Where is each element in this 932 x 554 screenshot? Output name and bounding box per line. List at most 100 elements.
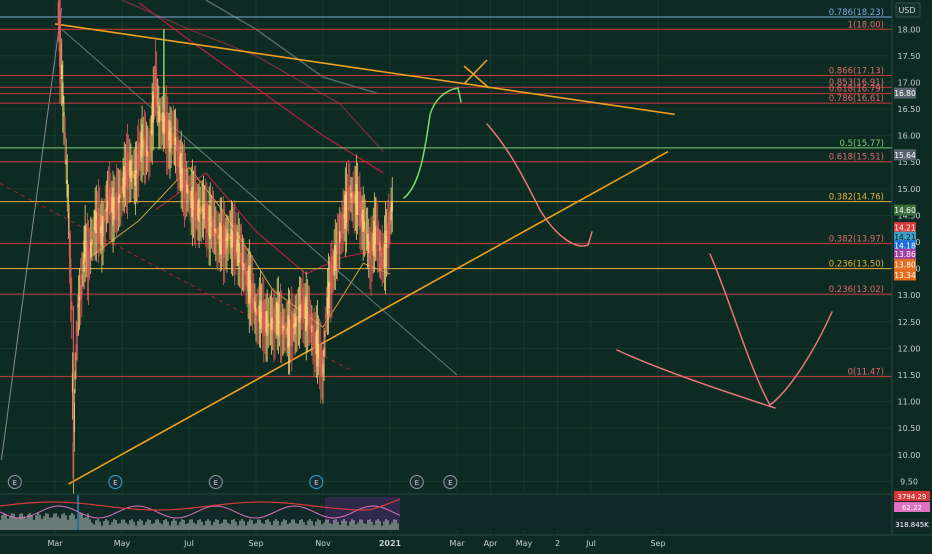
price-tag-label: 13.34: [894, 271, 916, 280]
candle-body: [69, 258, 72, 293]
price-tick-label: 17.00: [898, 78, 921, 87]
earnings-marker-label: E: [214, 479, 218, 487]
indicator-tag-label: 318.845K: [895, 521, 929, 529]
candle-body: [336, 242, 339, 253]
time-axis-background: [0, 535, 932, 550]
chart-window: 0.786(18.23) 1(18.00) 0.866(17.13) 0.853(16…: [0, 0, 932, 550]
candle-body: [71, 301, 73, 311]
price-tag-label: 13.86: [894, 250, 916, 259]
price-tick-label: 12.00: [898, 344, 921, 353]
candle-body: [152, 91, 154, 123]
time-tick-label: 2021: [379, 539, 402, 548]
candle-body: [64, 132, 66, 139]
price-tag-label: 14.60: [894, 206, 916, 215]
candle-body: [138, 143, 140, 177]
time-tick-label: Sep: [248, 539, 263, 548]
time-tick-label: Apr: [484, 539, 499, 548]
time-tick-label: 2: [555, 539, 560, 548]
candle-body: [325, 314, 328, 319]
indicator-tag-label: 3794.29: [898, 493, 927, 501]
price-tag-label: 16.80: [894, 89, 916, 98]
candle-body: [66, 180, 68, 198]
fib-label: 0.618(15.51): [829, 153, 884, 163]
earnings-marker-label: E: [415, 479, 419, 487]
candle-body: [391, 201, 393, 212]
candle-body: [74, 370, 76, 380]
fib-label: 0.382(14.76): [829, 193, 884, 203]
fib-label: 0.786(16.61): [829, 94, 884, 104]
fib-label: 0.236(13.02): [829, 285, 884, 295]
fib-label: 0.236(13.50): [829, 260, 884, 270]
time-axis[interactable]: Mar May Jul Sep Nov 2021 Mar Apr May 2 Jul Sep: [0, 534, 932, 550]
candle-body: [202, 204, 205, 219]
indicator-pane: [0, 493, 892, 530]
time-tick-label: Jul: [183, 539, 194, 548]
fib-label: 0(11.47): [848, 368, 884, 378]
price-tick-label: 16.50: [898, 105, 921, 114]
time-tick-label: Nov: [315, 539, 331, 548]
candle-body: [334, 245, 336, 271]
candle-body: [212, 219, 215, 236]
candle-body: [308, 314, 311, 330]
candle-body: [172, 133, 175, 146]
price-tick-label: 16.00: [898, 132, 921, 141]
candle-body: [92, 231, 94, 239]
candle-body: [240, 252, 243, 267]
price-tick-label: 11.50: [898, 371, 921, 380]
candle-body: [68, 233, 71, 258]
earnings-marker-label: E: [13, 479, 17, 487]
candle-body: [67, 212, 70, 219]
candle-body: [228, 233, 230, 240]
fib-label: 0.382(13.97): [829, 235, 884, 245]
fib-label: 0.618(16.79): [829, 85, 884, 95]
candle-body: [268, 322, 271, 332]
candle-body: [61, 64, 63, 80]
candle-body: [323, 347, 325, 357]
time-tick-label: Jul: [585, 539, 596, 548]
candle-body: [76, 321, 79, 336]
candle-body: [339, 231, 341, 243]
time-tick-label: Sep: [650, 539, 665, 548]
candle-body: [155, 79, 158, 107]
candle-body: [157, 103, 159, 105]
candle-body: [322, 364, 324, 376]
price-tick-label: 9.50: [900, 477, 918, 486]
indicator-tags: 3794.29 62.22 318.845K: [894, 491, 930, 529]
price-tick-label: 11.00: [898, 398, 921, 407]
price-tag-label: 14.21: [894, 224, 916, 233]
candle-body: [77, 304, 80, 308]
candle-body: [270, 317, 273, 330]
time-tick-label: Mar: [47, 539, 63, 548]
price-chart[interactable]: 0.786(18.23)1(18.00)0.866(17.13)0.853(16…: [0, 0, 932, 550]
fib-label: 1(18.00): [848, 20, 884, 30]
candle-body: [206, 201, 208, 233]
candle-body: [84, 225, 86, 259]
price-tag-label: 15.64: [894, 151, 916, 160]
candle-body: [91, 239, 93, 245]
candle-body: [104, 210, 106, 221]
time-tick-label: Mar: [449, 539, 465, 548]
fib-label: 0.866(17.13): [829, 67, 884, 77]
candle-body: [274, 303, 276, 333]
candle-body: [149, 135, 151, 154]
time-tick-label: May: [516, 539, 533, 548]
candle-body: [324, 331, 326, 338]
price-tick-label: 12.50: [898, 318, 921, 327]
indicator-tag-label: 62.22: [902, 504, 922, 512]
candle-body: [277, 303, 280, 337]
currency-label: USD: [898, 6, 915, 15]
fib-label: 0.5(15.77): [840, 139, 884, 149]
candle-body: [62, 82, 64, 104]
earnings-marker-label: E: [448, 479, 452, 487]
price-tick-label: 18.00: [898, 25, 921, 34]
time-tick-label: May: [114, 539, 131, 548]
candle-body: [331, 256, 333, 292]
candle-body: [75, 343, 77, 361]
candle-body: [87, 249, 90, 278]
candle-body: [144, 141, 147, 157]
candle-body: [342, 207, 344, 235]
price-tag-label: 13.80: [894, 260, 916, 269]
candle-body: [364, 228, 367, 235]
price-tick-label: 10.00: [898, 451, 921, 460]
fib-label: 0.786(18.23): [829, 8, 884, 18]
